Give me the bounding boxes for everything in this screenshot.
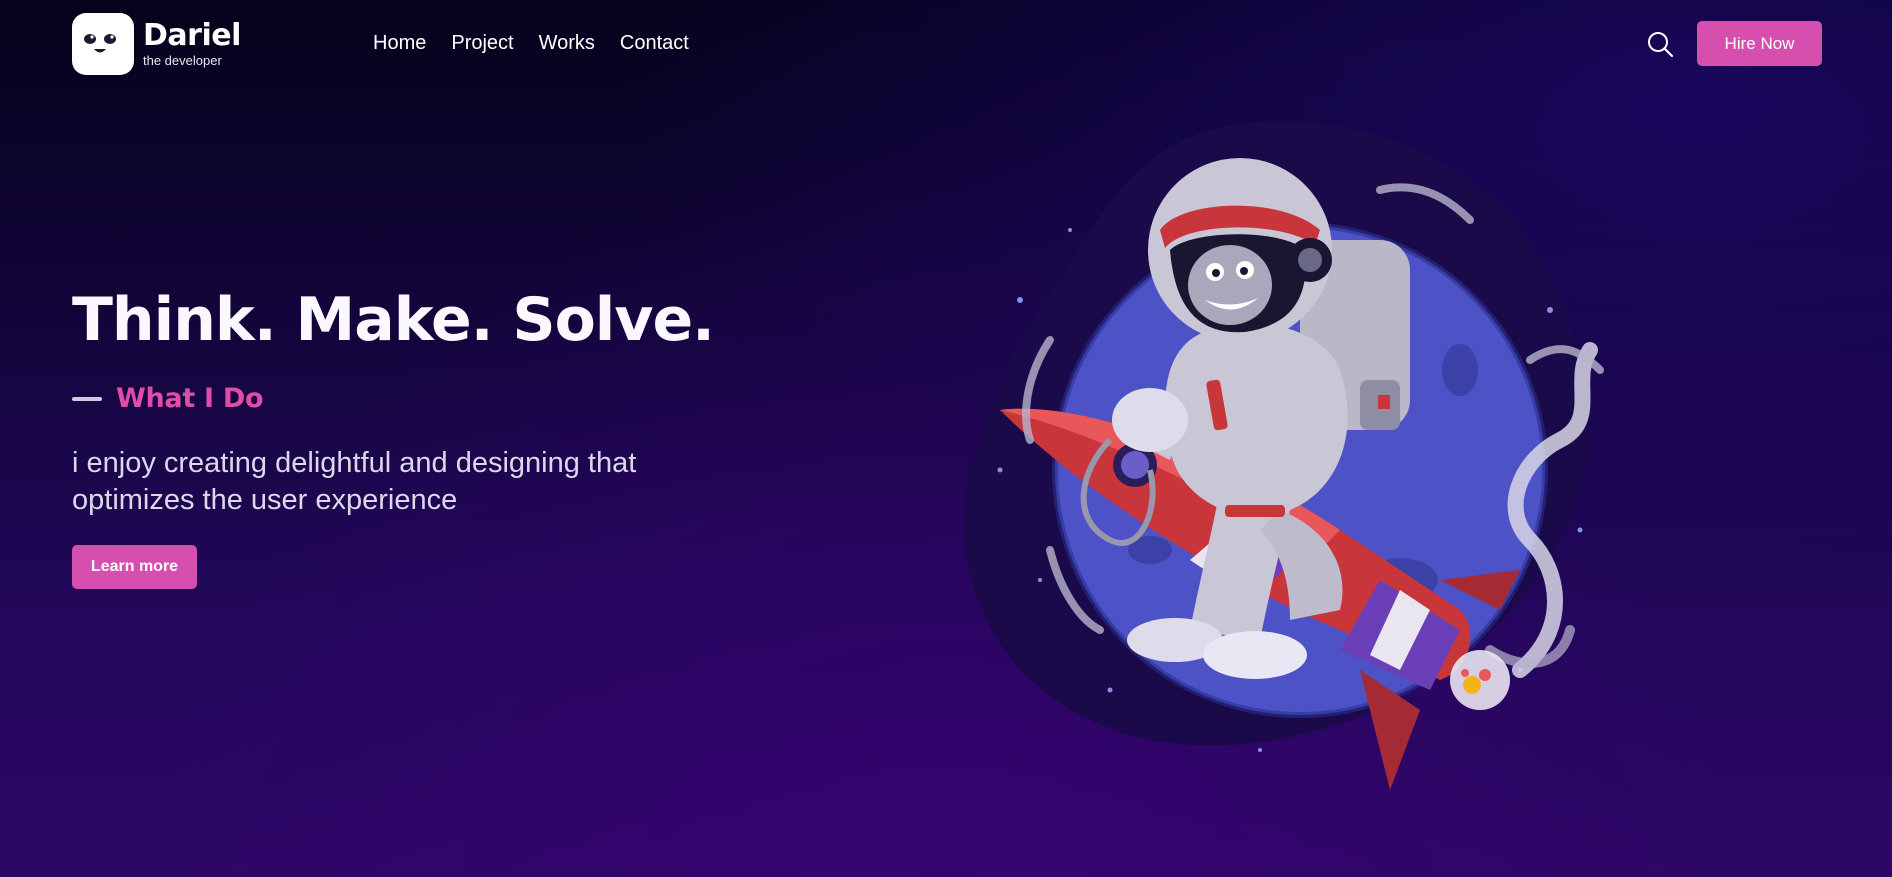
learn-more-button[interactable]: Learn more [72,545,197,589]
nav-home[interactable]: Home [373,30,426,56]
main-nav: Home Project Works Contact [373,30,689,56]
search-icon[interactable] [1646,30,1674,58]
hero-description: i enjoy creating delightful and designin… [72,447,637,516]
astronaut-riding-rocket-illustration [960,110,1620,830]
hero-subhead: What I Do [72,383,264,414]
brand-logo[interactable]: Dariel the developer [72,13,241,75]
site-header: Dariel the developer Home Project Works … [0,0,1892,90]
nav-project[interactable]: Project [451,30,513,56]
hero-title: Think. Make. Solve. [72,285,715,355]
nav-contact[interactable]: Contact [620,30,689,56]
subhead-text: What I Do [116,383,264,414]
smiley-face-icon [72,13,134,75]
hire-now-button[interactable]: Hire Now [1697,21,1822,66]
subhead-dash [72,396,102,401]
brand-tagline: the developer [143,53,222,68]
brand-name: Dariel [143,18,241,53]
nav-works[interactable]: Works [539,30,595,56]
